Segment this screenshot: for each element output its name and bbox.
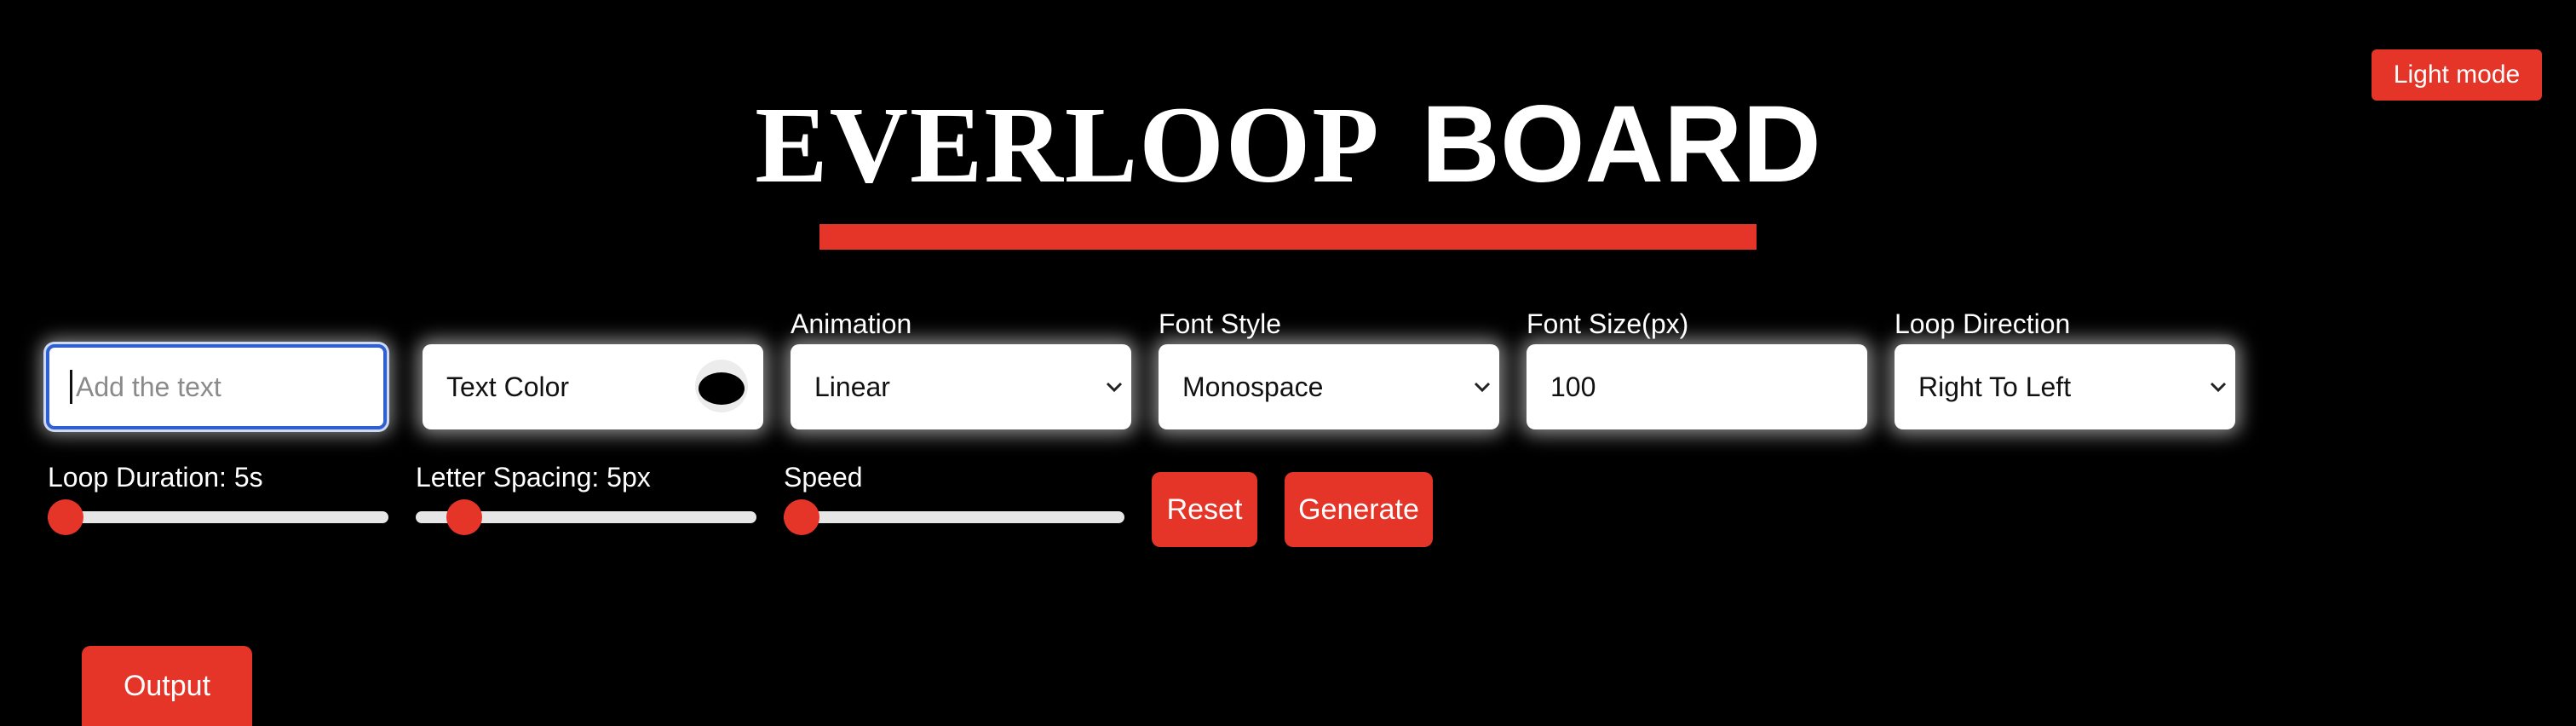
chevron-down-icon [1106, 382, 1123, 393]
text-color-label: Text Color [446, 371, 570, 402]
loop-direction-value: Right To Left [1918, 371, 2072, 402]
font-style-label: Font Style [1159, 308, 1282, 339]
animation-label: Animation [791, 308, 912, 339]
font-style-value: Monospace [1182, 371, 1324, 402]
animation-select[interactable]: Linear [791, 344, 1131, 429]
speed-slider[interactable] [784, 511, 1124, 523]
page-title: EVERLOOP BOARD [0, 85, 2576, 205]
text-color-field[interactable]: Text Color [423, 344, 763, 429]
loop-direction-label: Loop Direction [1895, 308, 2071, 339]
output-button[interactable]: Output [82, 646, 252, 726]
font-size-label: Font Size(px) [1527, 308, 1689, 339]
speed-thumb[interactable] [784, 499, 819, 535]
letter-spacing-thumb[interactable] [446, 499, 482, 535]
font-size-input[interactable]: 100 [1527, 344, 1867, 429]
color-swatch-fill [699, 372, 745, 405]
title-underline [819, 224, 1757, 250]
animation-value: Linear [814, 371, 890, 402]
font-size-value: 100 [1550, 371, 1596, 402]
title-everloop: EVERLOOP [755, 84, 1381, 205]
font-style-select[interactable]: Monospace [1159, 344, 1499, 429]
loop-duration-slider[interactable] [48, 511, 388, 523]
chevron-down-icon [2210, 382, 2227, 393]
loop-duration-thumb[interactable] [48, 499, 83, 535]
letter-spacing-label: Letter Spacing: 5px [416, 462, 651, 493]
text-input-placeholder: Add the text [76, 371, 221, 402]
text-input[interactable]: Add the text [46, 344, 387, 429]
text-cursor [70, 370, 72, 404]
reset-button[interactable]: Reset [1152, 472, 1257, 547]
color-picker-swatch[interactable] [695, 360, 748, 412]
speed-label: Speed [784, 462, 863, 493]
title-board: BOARD [1421, 84, 1821, 205]
generate-button[interactable]: Generate [1285, 472, 1433, 547]
loop-direction-select[interactable]: Right To Left [1895, 344, 2235, 429]
loop-duration-label: Loop Duration: 5s [48, 462, 263, 493]
chevron-down-icon [1474, 382, 1491, 393]
